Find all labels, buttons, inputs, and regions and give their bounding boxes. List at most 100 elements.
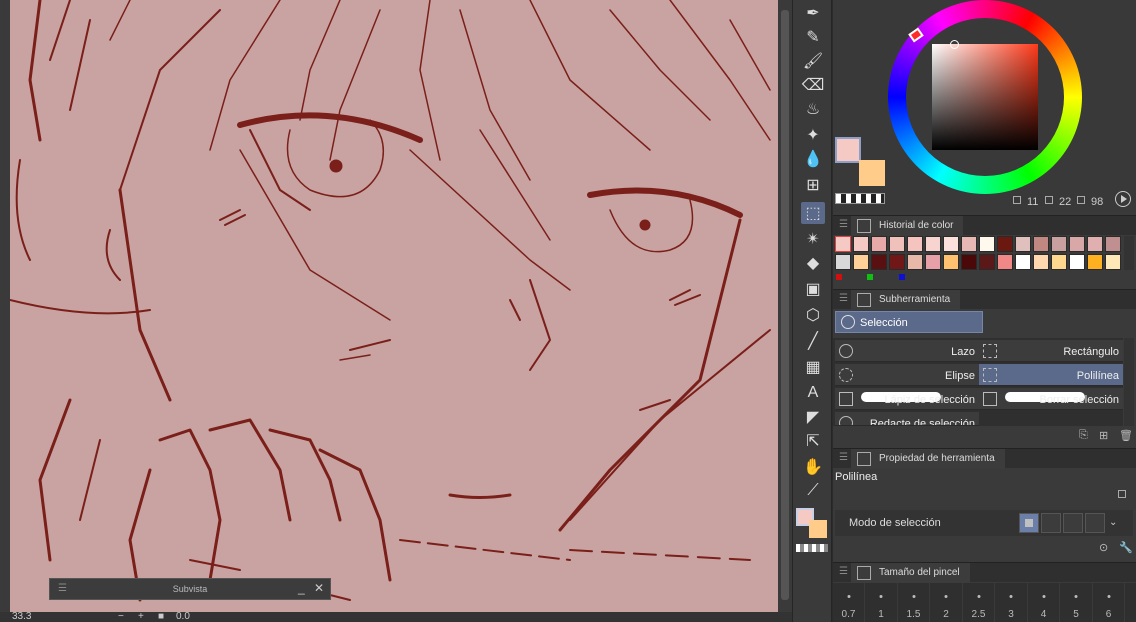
copy-subtool-icon[interactable]: ⎘ [1079,429,1088,442]
pattern-tool-button[interactable]: ▦ [801,356,825,378]
subtool-erase-selection[interactable]: Borrar selección [979,388,1123,410]
brush-size-option[interactable]: 2 [931,583,963,622]
brush-size-option[interactable]: 1.5 [898,583,930,622]
line-tool-button[interactable]: ╱ [801,330,825,352]
pencil-tool-button[interactable]: ✎ [801,26,825,48]
mesh-tool-button[interactable]: ⊞ [801,174,825,196]
wrench-icon[interactable]: 🔧 [1119,541,1133,554]
color-history-swatch[interactable] [889,236,905,252]
brush-size-option[interactable]: 0.7 [833,583,865,622]
lock-icon[interactable] [1118,490,1126,498]
color-history-swatch[interactable] [835,236,851,252]
fill-tool-button[interactable]: ◆ [801,252,825,274]
subtract-selection-mode-button[interactable] [1063,513,1083,533]
zoom-out-button[interactable]: − [118,612,124,622]
close-button[interactable]: ✕ [314,581,324,595]
panel-grip-icon[interactable]: ☰ [839,219,848,230]
panel-grip-icon[interactable]: ☰ [839,566,848,577]
delete-subtool-icon[interactable]: 🗑 [1119,429,1133,442]
color-history-swatch[interactable] [835,254,851,270]
operation-tool-button[interactable]: ⇱ [801,430,825,452]
3d-tool-button[interactable]: ⬡ [801,304,825,326]
brush-size-option[interactable]: 5 [1061,583,1093,622]
color-history-swatch[interactable] [943,254,959,270]
color-history-swatch[interactable] [907,236,923,252]
brush-size-option[interactable]: 6 [1093,583,1125,622]
saturation-value-square[interactable] [932,44,1038,150]
color-history-swatch[interactable] [871,236,887,252]
color-history-swatch[interactable] [1087,254,1103,270]
color-history-swatch[interactable] [979,236,995,252]
hand-tool-button[interactable]: ✋ [801,456,825,478]
blend-tool-button[interactable]: 💧 [801,148,825,170]
color-history-swatch[interactable] [1069,236,1085,252]
color-history-swatch[interactable] [979,254,995,270]
zoom-in-button[interactable]: + [138,612,144,622]
play-icon[interactable] [1115,191,1131,207]
color-history-swatch[interactable] [1069,254,1085,270]
tab-tool-property[interactable]: Propiedad de herramienta [851,449,1005,469]
pen-tool-button[interactable]: ✒ [801,2,825,24]
minimize-button[interactable]: _ [298,581,305,595]
scrollbar-thumb[interactable] [781,10,789,600]
brush-tool-button[interactable]: 🖌 [801,50,825,72]
color-history-swatch[interactable] [997,236,1013,252]
selection-tool-button[interactable]: ⬚ [801,202,825,224]
eyedropper-tool-button[interactable]: ⟋ [801,480,825,502]
color-history-swatch[interactable] [961,254,977,270]
main-color-chip[interactable] [835,137,861,163]
drawing-canvas[interactable] [10,0,778,612]
subtool-polyline[interactable]: Polilínea [979,364,1123,386]
color-history-swatch[interactable] [1015,254,1031,270]
decoration-tool-button[interactable]: ✦ [801,124,825,146]
zoom-value[interactable]: 33.3 [12,612,31,622]
eraser-tool-button[interactable]: ⌫ [801,74,825,96]
color-history-swatch[interactable] [1105,236,1121,252]
panel-grip-icon[interactable]: ☰ [839,452,848,463]
color-history-swatch[interactable] [889,254,905,270]
color-history-swatch[interactable] [1033,254,1049,270]
brush-size-option[interactable]: 4 [1028,583,1060,622]
text-tool-button[interactable]: A [801,382,825,404]
transparent-color-chip[interactable] [835,193,885,204]
chevron-down-icon[interactable]: ⌄ [1109,517,1117,528]
color-history-swatch[interactable] [1051,236,1067,252]
color-history-swatch[interactable] [925,236,941,252]
color-history-swatch[interactable] [853,236,869,252]
add-selection-mode-button[interactable] [1041,513,1061,533]
subtool-shrink-selection[interactable]: Redacte de selección [835,412,979,426]
transparent-color-swatch[interactable] [796,544,828,552]
airbrush-tool-button[interactable]: ♨ [801,98,825,120]
subtool-selection-pen[interactable]: Lápiz de selección [835,388,979,410]
frame-tool-button[interactable]: ◤ [801,406,825,428]
settings-icon[interactable]: ⊙ [1099,541,1108,554]
sub-color-chip[interactable] [859,160,885,186]
rotation-value[interactable]: 0.0 [176,612,190,622]
panel-grip-icon[interactable]: ☰ [839,293,848,304]
color-history-swatch[interactable] [997,254,1013,270]
subtool-scrollbar[interactable] [1124,338,1134,426]
color-history-swatch[interactable] [853,254,869,270]
color-history-swatch[interactable] [925,254,941,270]
sub-color-swatch[interactable] [809,520,827,538]
subtool-rectangle[interactable]: Rectángulo [979,340,1123,362]
color-history-swatch[interactable] [1033,236,1049,252]
brush-size-option[interactable]: 2.5 [963,583,995,622]
color-history-swatch[interactable] [1087,236,1103,252]
color-history-scrollbar[interactable] [1124,236,1134,270]
color-history-swatch[interactable] [1015,236,1031,252]
new-subtool-icon[interactable]: ⊞ [1099,429,1108,442]
canvas-vertical-scrollbar[interactable] [778,0,792,612]
gradient-tool-button[interactable]: ▣ [801,278,825,300]
color-cursor[interactable] [950,40,959,49]
auto-select-tool-button[interactable]: ✴ [801,228,825,250]
color-history-swatch[interactable] [943,236,959,252]
subtool-group-selection[interactable]: Selección [835,311,983,333]
color-history-swatch[interactable] [1105,254,1121,270]
color-history-swatch[interactable] [961,236,977,252]
color-history-swatch[interactable] [907,254,923,270]
brush-size-option[interactable]: 1 [866,583,898,622]
subtool-lasso[interactable]: Lazo [835,340,979,362]
color-history-swatch[interactable] [871,254,887,270]
subtool-ellipse[interactable]: Elipse [835,364,979,386]
